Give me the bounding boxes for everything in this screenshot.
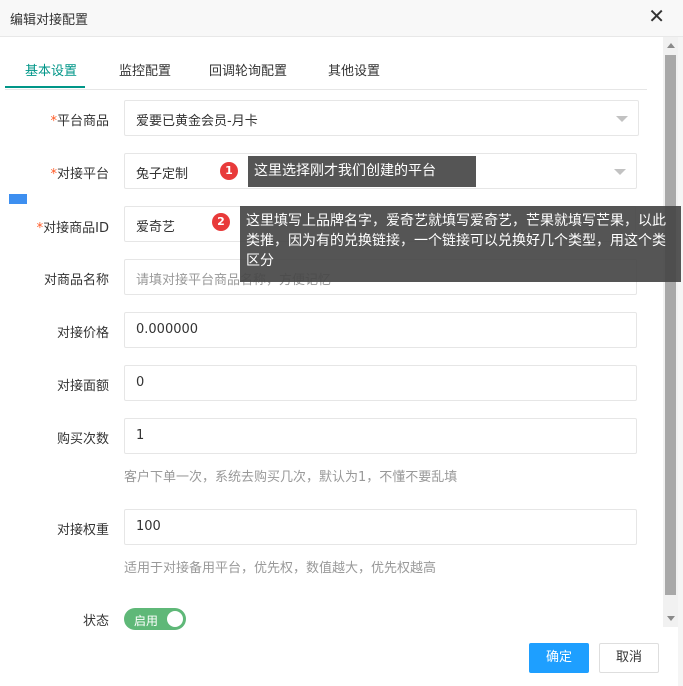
close-icon[interactable]: ✕ [648,6,665,26]
dock-product-name-label: 对商品名称 [43,273,109,288]
scroll-up-icon[interactable] [667,43,675,48]
tab-bar: 基本设置 监控配置 回调轮询配置 其他设置 [5,52,647,90]
status-label: 状态 [82,614,109,629]
buy-count-input[interactable]: 1 [124,418,637,454]
status-toggle-label: 启用 [134,614,159,628]
scroll-down-icon[interactable] [667,616,675,621]
dock-weight-value: 100 [136,519,161,534]
confirm-button[interactable]: 确定 [529,643,589,673]
dock-face-value-input[interactable]: 0 [124,365,637,401]
buy-count-label: 购买次数 [56,432,109,447]
dock-weight-label: 对接权重 [56,523,109,538]
buy-count-value: 1 [136,428,145,443]
annotation-badge-1: 1 [220,162,238,180]
dock-weight-hint: 适用于对接备用平台，优先权，数值越大，优先权越高 [124,561,437,576]
platform-product-value: 爱要已黄金会员-月卡 [136,114,258,129]
dock-platform-label: *对接平台 [50,167,109,182]
dock-price-label: 对接价格 [56,326,109,341]
chevron-down-icon [616,116,628,122]
platform-product-select[interactable]: 爱要已黄金会员-月卡 [124,100,639,136]
dock-weight-input[interactable]: 100 [124,509,637,545]
form-scrollbar[interactable] [663,37,678,627]
background-edge [678,37,683,686]
annotation-tooltip-1: 这里选择刚才我们创建的平台 [248,156,476,187]
dialog-title: 编辑对接配置 [10,13,89,28]
dock-price-value: 0.000000 [136,322,199,337]
dock-product-id-value: 爱奇艺 [136,220,176,235]
platform-product-label: *平台商品 [50,114,109,129]
dock-face-value-label: 对接面额 [56,379,109,394]
tab-other-settings[interactable]: 其他设置 [328,60,380,79]
tab-callback-poll-config[interactable]: 回调轮询配置 [209,60,287,79]
status-toggle[interactable]: 启用 [124,608,186,630]
cancel-button[interactable]: 取消 [599,643,659,673]
dock-product-id-label: *对接商品ID [36,221,109,236]
dock-platform-value: 兔子定制 [136,167,189,182]
dialog-header: 编辑对接配置 ✕ [0,0,683,37]
chevron-down-icon [614,169,626,175]
annotation-badge-2: 2 [212,213,230,231]
side-marker [9,194,27,204]
active-tab-indicator [5,86,85,88]
tab-basic-settings[interactable]: 基本设置 [25,60,77,79]
scrollbar-thumb[interactable] [665,55,676,595]
dock-face-value-value: 0 [136,375,145,390]
dock-price-input[interactable]: 0.000000 [124,312,637,348]
toggle-knob [167,611,183,627]
tab-monitor-config[interactable]: 监控配置 [119,60,171,79]
edit-dock-config-dialog: 编辑对接配置 ✕ 基本设置 监控配置 回调轮询配置 其他设置 *平台商品 爱要已… [0,0,683,686]
buy-count-hint: 客户下单一次，系统去购买几次，默认为1，不懂不要乱填 [124,470,458,485]
annotation-tooltip-2: 这里填写上品牌名字，爱奇艺就填写爱奇艺，芒果就填写芒果，以此类推，因为有的兑换链… [240,206,681,282]
